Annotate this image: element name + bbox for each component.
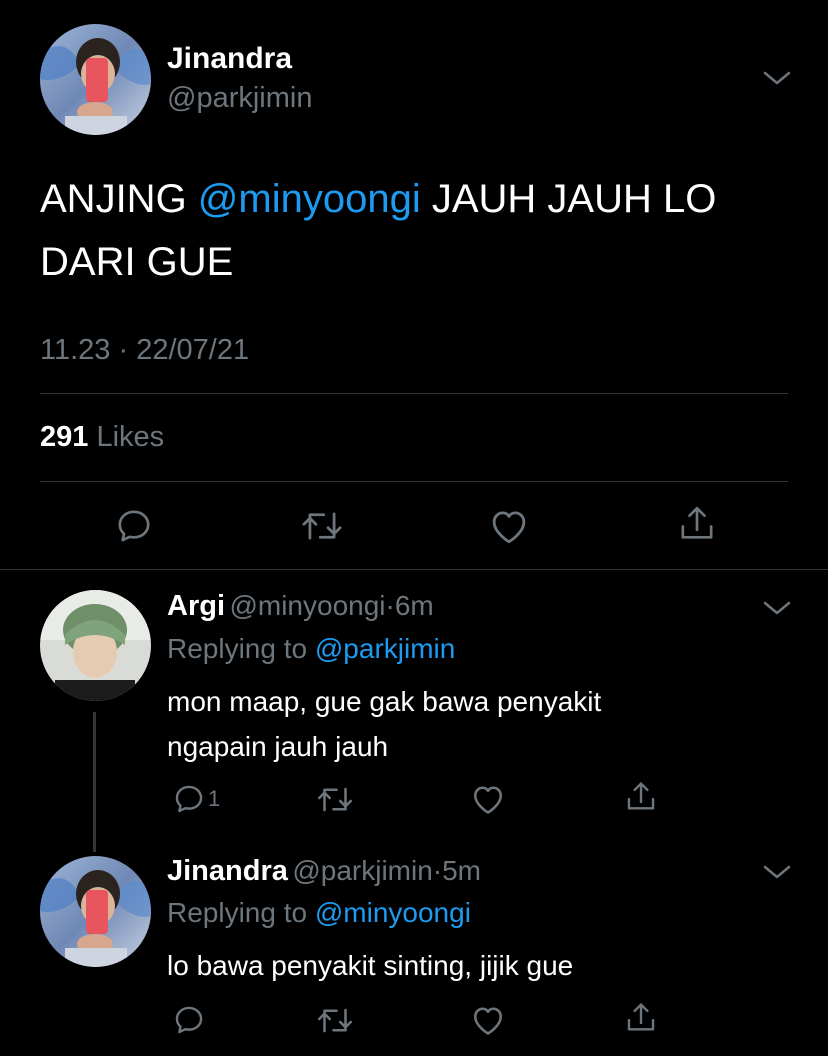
avatar[interactable] xyxy=(40,24,151,135)
reply-button[interactable] xyxy=(114,506,154,546)
replying-label: Replying to xyxy=(167,897,315,928)
reply-header: Argi @minyoongi·6m xyxy=(167,590,434,623)
chevron-down-icon[interactable] xyxy=(762,598,792,618)
retweet-button[interactable] xyxy=(316,1004,354,1037)
handle[interactable]: @minyoongi xyxy=(229,590,385,621)
reply-text: mon maap, gue gak bawa penyakit ngapain … xyxy=(167,686,602,762)
chevron-down-icon[interactable] xyxy=(762,68,792,88)
replying-label: Replying to xyxy=(167,633,315,664)
reply-icon xyxy=(175,785,203,813)
display-name[interactable]: Jinandra xyxy=(167,855,288,887)
avatar[interactable] xyxy=(40,856,151,967)
tweet-age: 5m xyxy=(442,855,482,886)
heart-icon xyxy=(473,1007,503,1035)
reply-button[interactable] xyxy=(172,1003,206,1037)
share-button[interactable] xyxy=(624,1000,658,1036)
share-button[interactable] xyxy=(624,779,658,815)
retweet-icon xyxy=(302,512,342,540)
retweet-icon xyxy=(317,1008,353,1033)
heart-icon xyxy=(473,786,503,814)
share-button[interactable] xyxy=(677,503,717,545)
tweet-age: 6m xyxy=(394,590,434,621)
heart-icon xyxy=(492,511,526,544)
mention-link[interactable]: @parkjimin xyxy=(315,633,455,664)
replying-to: Replying to @parkjimin xyxy=(167,633,455,665)
like-button[interactable] xyxy=(488,506,530,546)
meta-separator: · xyxy=(432,855,443,886)
reply-text: lo bawa penyakit sinting, jijik gue xyxy=(167,950,574,981)
retweet-icon xyxy=(317,787,353,812)
avatar[interactable] xyxy=(40,590,151,701)
reply-header: Jinandra @parkjimin·5m xyxy=(167,855,481,888)
mention-link[interactable]: @minyoongi xyxy=(198,177,421,221)
divider xyxy=(0,569,828,570)
share-icon xyxy=(627,1003,655,1031)
share-icon xyxy=(681,506,713,539)
likes-label: Likes xyxy=(96,421,165,453)
retweet-button[interactable] xyxy=(300,507,344,545)
like-button[interactable] xyxy=(470,782,506,816)
display-name[interactable]: Jinandra xyxy=(167,42,292,76)
thread-line xyxy=(93,712,96,852)
tweet-date: 22/07/21 xyxy=(136,334,250,366)
handle[interactable]: @parkjimin xyxy=(292,855,432,886)
reply-count: 1 xyxy=(208,786,221,811)
like-button[interactable] xyxy=(470,1003,506,1037)
reply-icon xyxy=(118,510,150,542)
likes-count: 291 xyxy=(40,421,89,453)
divider xyxy=(40,481,788,482)
divider xyxy=(40,393,788,394)
timestamp[interactable]: 11.23 · 22/07/21 xyxy=(40,334,249,367)
handle[interactable]: @parkjimin xyxy=(167,82,312,115)
meta-separator: · xyxy=(385,590,395,621)
retweet-button[interactable] xyxy=(316,783,354,816)
share-icon xyxy=(627,782,655,810)
display-name[interactable]: Argi xyxy=(167,590,225,622)
mention-link[interactable]: @minyoongi xyxy=(315,897,471,928)
tweet-time: 11.23 xyxy=(40,334,111,366)
likes-stat[interactable]: 291 Likes xyxy=(40,421,164,454)
tweet-text-pre: ANJING xyxy=(40,177,198,221)
reply-button[interactable]: 1 xyxy=(172,782,220,816)
reply-icon xyxy=(175,1006,203,1034)
tweet-text: ANJING @minyoongi JAUH JAUH LO DARI GUE xyxy=(40,168,800,294)
timestamp-separator: · xyxy=(118,334,129,366)
chevron-down-icon[interactable] xyxy=(762,862,792,882)
replying-to: Replying to @minyoongi xyxy=(167,897,471,929)
